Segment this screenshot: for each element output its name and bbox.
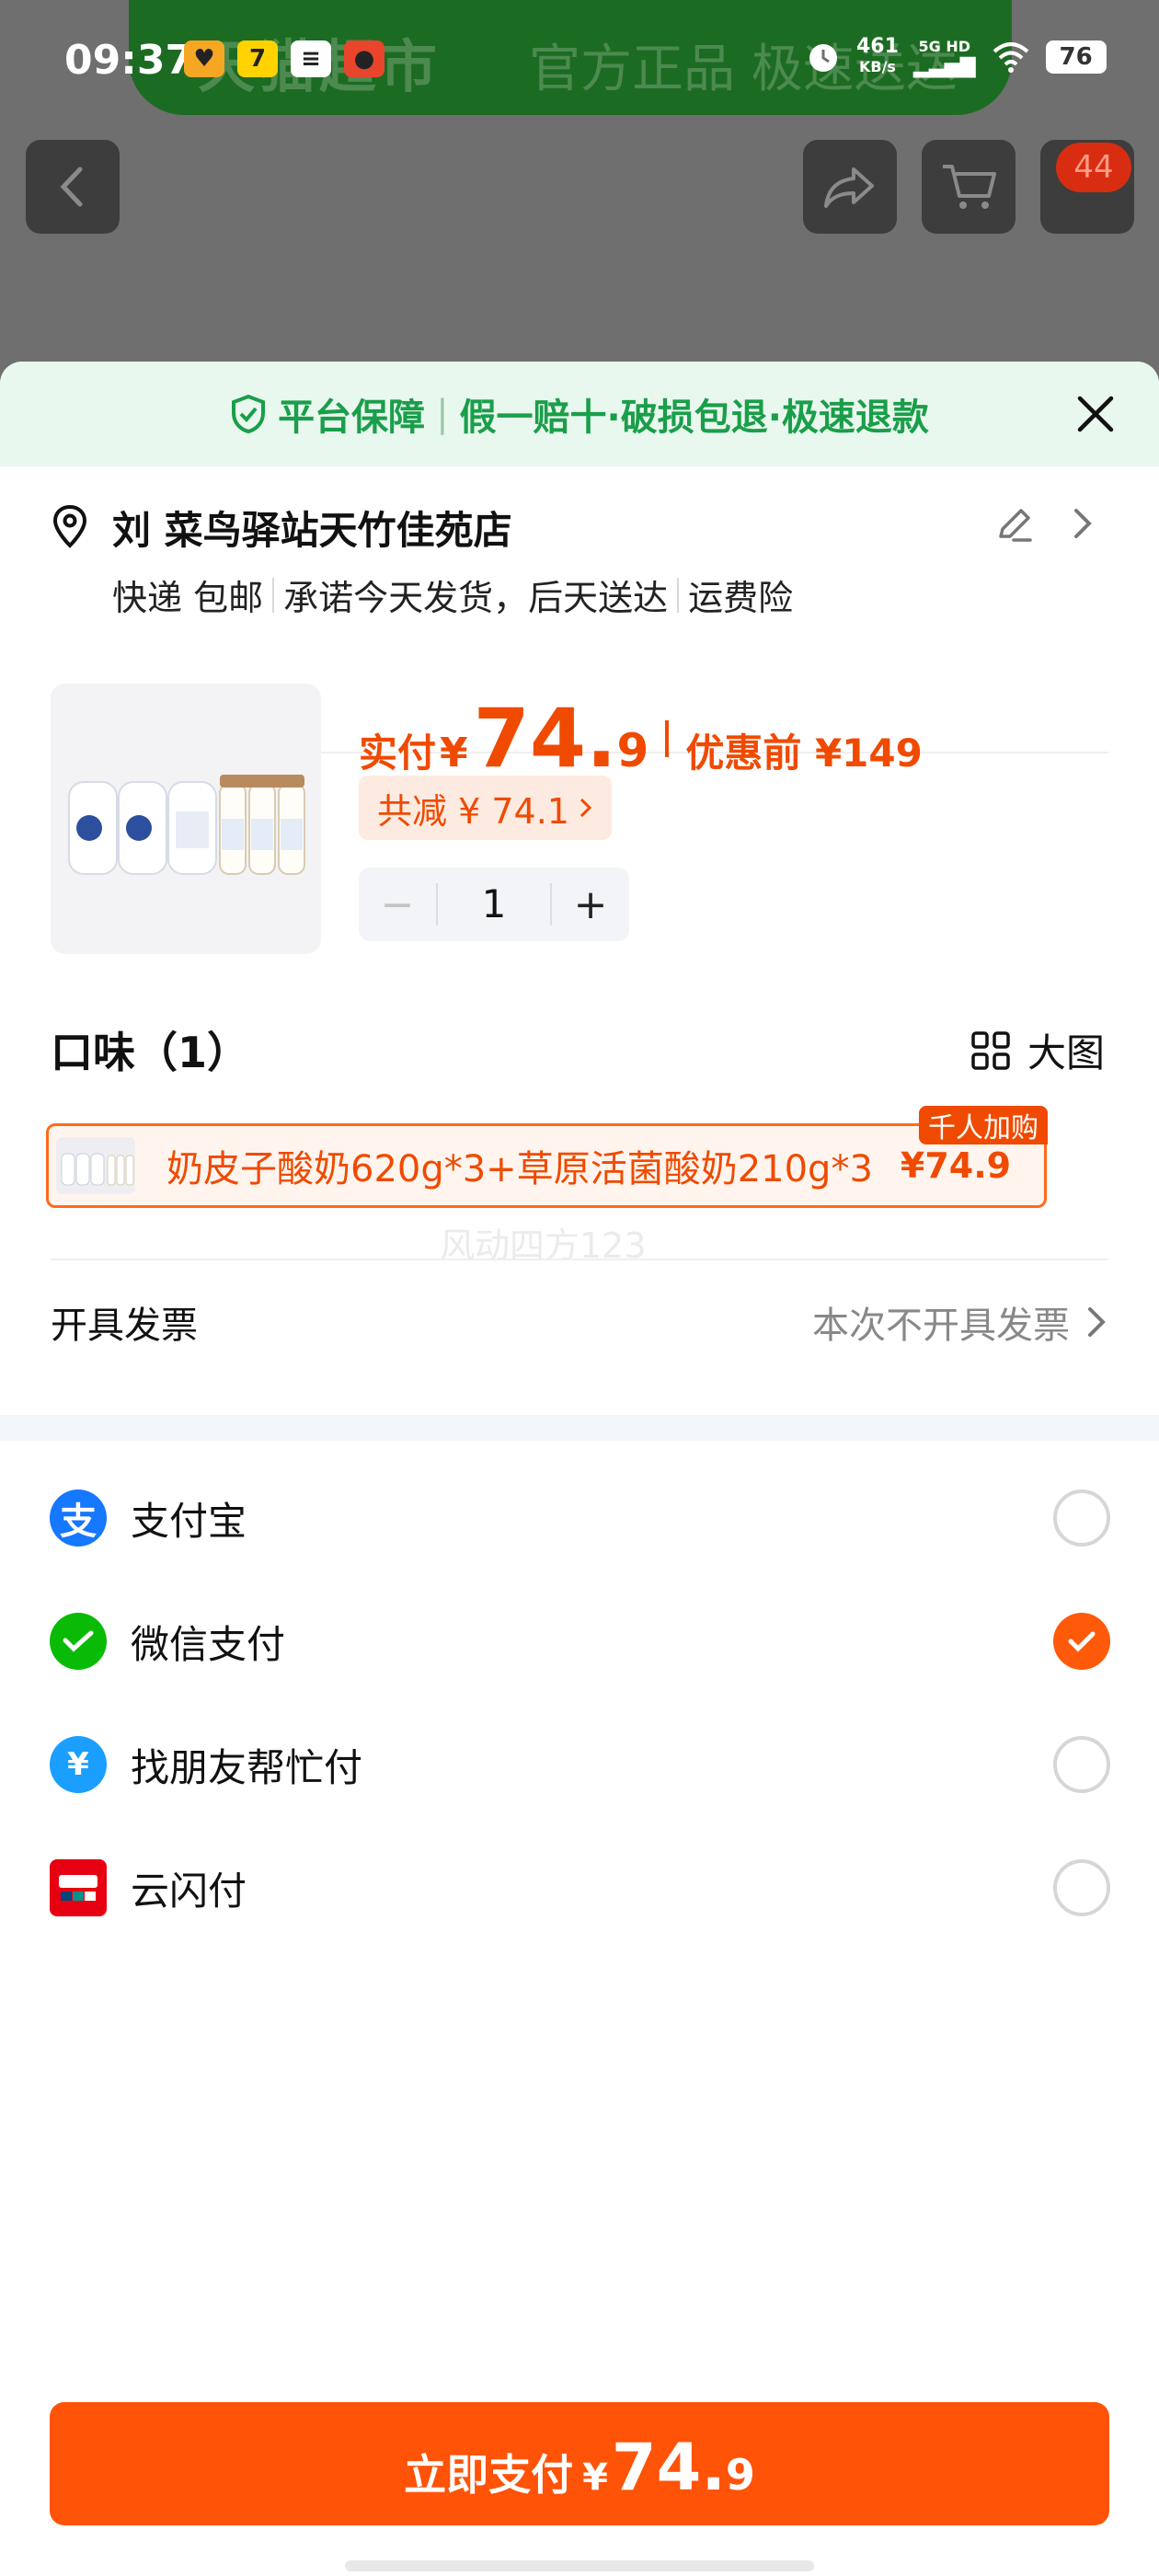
background-page: 天猫超市 官方正品 极速送达 09:37 ♥ 7 ≡ ● 461KB/s 5G …	[0, 0, 1159, 386]
address-section[interactable]: 刘 菜鸟驿站天竹佳苑店 快递 包邮 承诺今天发货，后天送达 运费险	[0, 466, 1159, 753]
pay-button-amount: 74.	[611, 2430, 726, 2505]
big-image-label: 大图	[1027, 1030, 1106, 1075]
quantity-value[interactable]: 1	[436, 883, 552, 926]
pay-button-currency: ¥	[582, 2456, 608, 2499]
share-icon	[824, 167, 874, 208]
wifi-icon	[993, 42, 1028, 73]
increase-button[interactable]: +	[552, 868, 629, 941]
discount-text: 共减 ¥ 74.1	[377, 790, 569, 832]
price-decimal: 9	[616, 724, 649, 777]
payment-label: 支付宝	[131, 1498, 247, 1544]
wechat-pay-icon	[50, 1613, 107, 1670]
network-indicator: 5G HD ▂▃▅▇	[912, 38, 976, 78]
delivery-info: 快递 包邮 承诺今天发货，后天送达 运费险	[112, 569, 793, 620]
payment-label: 云闪付	[131, 1868, 247, 1914]
friend-pay-icon: ¥	[50, 1736, 107, 1793]
pay-button-label: 立即支付	[404, 2450, 574, 2500]
share-button[interactable]	[803, 140, 897, 234]
app-notification-icon: ●	[344, 40, 384, 77]
close-button[interactable]	[1073, 391, 1119, 437]
product-section: 实付 ¥ 74. 9 优惠前 ¥149 共减 ¥ 74.1 − 1 +	[0, 684, 1159, 960]
chevron-right-icon	[580, 798, 592, 818]
address-name: 刘 菜鸟驿站天竹佳苑店	[112, 508, 512, 553]
variant-option[interactable]: 奶皮子酸奶620g*3+草原活菌酸奶210g*3 ¥74.9 千人加购	[46, 1106, 1048, 1208]
invoice-label: 开具发票	[51, 1305, 198, 1347]
variant-price: ¥74.9	[900, 1145, 1012, 1186]
home-indicator[interactable]	[345, 2560, 814, 2571]
payment-option-friend[interactable]: ¥ 找朋友帮忙付	[0, 1703, 1159, 1826]
app-notification-icon: ≡	[291, 40, 331, 77]
payment-option-wechat[interactable]: 微信支付	[0, 1580, 1159, 1703]
yogurt-bottles-image	[68, 775, 305, 875]
delivery-shipping: 快递 包邮	[112, 578, 264, 618]
quantity-stepper: − 1 +	[359, 868, 629, 941]
payment-radio[interactable]	[1053, 1736, 1110, 1793]
alipay-icon: 支	[50, 1489, 107, 1547]
cart-icon	[943, 165, 996, 209]
status-time: 09:37	[64, 37, 194, 84]
chevron-right-icon	[1074, 509, 1092, 538]
app-notification-icon: ♥	[184, 40, 224, 77]
divider	[51, 1259, 1108, 1260]
status-bar: 09:37 ♥ 7 ≡ ● 461 KB/s 5G HD ▂▃▅▇ 76	[0, 0, 1159, 129]
payment-option-alipay[interactable]: 支 支付宝	[0, 1456, 1159, 1580]
grid-icon	[971, 1030, 1010, 1070]
payment-radio[interactable]	[1053, 1489, 1110, 1547]
location-pin-icon	[52, 504, 87, 548]
decrease-button[interactable]: −	[359, 868, 436, 941]
popular-badge: 千人加购	[919, 1106, 1048, 1144]
chevron-right-icon	[1088, 1307, 1106, 1337]
payment-radio-selected[interactable]	[1053, 1613, 1110, 1670]
status-right: 461 KB/s 5G HD ▂▃▅▇ 76	[805, 37, 1107, 77]
payment-label: 微信支付	[131, 1621, 286, 1667]
guarantee-banner: 平台保障 | 假一赔十·破损包退·极速退款	[0, 362, 1159, 466]
delivery-promise: 承诺今天发货，后天送达	[283, 578, 669, 618]
close-icon	[1077, 396, 1114, 432]
variant-thumbnail	[56, 1137, 135, 1194]
section-gap	[0, 1415, 1159, 1441]
product-image[interactable]	[51, 684, 321, 954]
flavor-heading: 口味（1）	[51, 1028, 250, 1077]
invoice-row[interactable]: 开具发票 本次不开具发票	[0, 1268, 1159, 1369]
invoice-value: 本次不开具发票	[812, 1295, 1108, 1349]
price-label: 实付	[359, 730, 437, 776]
delivery-insurance: 运费险	[688, 578, 794, 618]
payment-radio[interactable]	[1053, 1859, 1110, 1916]
net-speed: 461 KB/s	[856, 35, 899, 76]
cart-badge: 44	[1056, 143, 1131, 192]
payment-option-unionpay[interactable]: 云闪付	[0, 1826, 1159, 1949]
cart-button[interactable]	[922, 140, 1016, 234]
back-button[interactable]	[26, 140, 120, 234]
guarantee-label: 平台保障	[278, 397, 426, 439]
payment-label: 找朋友帮忙付	[131, 1744, 363, 1790]
price-currency: ¥	[440, 730, 468, 776]
pay-button-decimal: 9	[725, 2450, 755, 2500]
guarantee-terms: 假一赔十·破损包退·极速退款	[459, 397, 929, 439]
app-notification-icon: 7	[237, 40, 278, 77]
alarm-icon	[809, 44, 837, 72]
unionpay-icon	[50, 1859, 107, 1916]
shield-check-icon	[232, 394, 266, 434]
discount-tag[interactable]: 共减 ¥ 74.1	[359, 776, 612, 840]
big-image-toggle[interactable]: 大图	[970, 1022, 1105, 1078]
original-price: 优惠前 ¥149	[685, 730, 923, 776]
check-icon	[1068, 1631, 1096, 1652]
chevron-left-icon	[60, 167, 83, 207]
battery-indicator: 76	[1045, 40, 1107, 74]
notification-icons: ♥ 7 ≡ ●	[184, 40, 384, 77]
pay-now-button[interactable]: 立即支付 ¥ 74. 9	[50, 2402, 1109, 2525]
variant-name: 奶皮子酸奶620g*3+草原活菌酸奶210g*3	[166, 1148, 873, 1190]
price-row: 实付 ¥ 74. 9 优惠前 ¥149	[359, 691, 923, 786]
price-integer: 74.	[473, 691, 617, 786]
edit-icon[interactable]	[993, 503, 1036, 546]
checkout-sheet: 平台保障 | 假一赔十·破损包退·极速退款 刘 菜鸟驿站天竹佳苑店 快递 包邮 …	[0, 362, 1159, 2576]
